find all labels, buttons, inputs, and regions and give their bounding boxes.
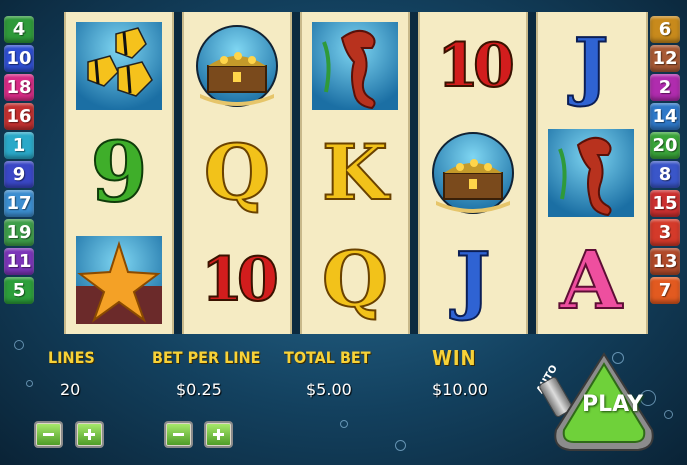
nine-card-label: 9 — [89, 124, 148, 221]
treasure-chest-icon — [432, 131, 514, 214]
payline-number[interactable]: 14 — [650, 103, 680, 130]
payline-number[interactable]: 9 — [4, 161, 34, 188]
queen-card-label: Q — [203, 127, 271, 217]
slot-reels: 9 Q 10 K Q 10 J J A — [64, 12, 648, 334]
starfish-symbol — [66, 226, 172, 333]
lines-decrease-button[interactable] — [36, 423, 61, 446]
play-button[interactable]: PLAY — [582, 392, 643, 417]
ten-symbol: 10 — [420, 12, 526, 119]
payline-number[interactable]: 7 — [650, 277, 680, 304]
bet-per-line-label: BET PER LINE — [152, 348, 261, 367]
left-payline-numbers: 4 10 18 16 1 9 17 19 11 5 — [4, 16, 34, 304]
win-value: $10.00 — [432, 380, 488, 399]
reel-4: 10 J — [418, 12, 528, 334]
payline-number[interactable]: 3 — [650, 219, 680, 246]
payline-number[interactable]: 18 — [4, 74, 34, 101]
bet-decrease-button[interactable] — [166, 423, 191, 446]
reel-3: K Q — [300, 12, 410, 334]
ace-card-label: A — [559, 232, 623, 327]
queen-card-label: Q — [321, 234, 389, 324]
ten-card-label: 10 — [200, 244, 279, 315]
starfish-icon — [76, 235, 162, 324]
jack-card-label: J — [454, 236, 491, 323]
reel-5: J A — [536, 12, 648, 334]
treasure-chest-symbol — [184, 12, 290, 119]
payline-number[interactable]: 17 — [4, 190, 34, 217]
fish-symbol — [66, 12, 172, 119]
jack-symbol: J — [420, 226, 526, 333]
payline-number[interactable]: 1 — [4, 132, 34, 159]
payline-number[interactable]: 4 — [4, 16, 34, 43]
nine-symbol: 9 — [66, 119, 172, 226]
seahorse-symbol — [302, 12, 408, 119]
bet-per-line-value: $0.25 — [176, 380, 222, 399]
payline-number[interactable]: 10 — [4, 45, 34, 72]
payline-number[interactable]: 5 — [4, 277, 34, 304]
fish-icon — [76, 21, 162, 110]
plus-icon-vertical — [88, 429, 91, 440]
seahorse-icon — [548, 128, 634, 217]
ten-card-label: 10 — [436, 30, 515, 101]
minus-icon — [43, 433, 54, 436]
king-card-label: K — [321, 127, 389, 217]
reel-1: 9 — [64, 12, 174, 334]
queen-symbol: Q — [302, 226, 408, 333]
payline-number[interactable]: 19 — [4, 219, 34, 246]
treasure-chest-symbol — [420, 119, 526, 226]
lines-label: LINES — [48, 348, 95, 367]
payline-number[interactable]: 12 — [650, 45, 680, 72]
payline-number[interactable]: 11 — [4, 248, 34, 275]
ace-symbol: A — [538, 226, 644, 333]
queen-symbol: Q — [184, 119, 290, 226]
total-bet-label: TOTAL BET — [284, 348, 371, 367]
payline-number[interactable]: 20 — [650, 132, 680, 159]
win-label: WIN — [432, 346, 477, 370]
bet-increase-button[interactable] — [206, 423, 231, 446]
lines-value: 20 — [60, 380, 81, 399]
payline-number[interactable]: 16 — [4, 103, 34, 130]
payline-number[interactable]: 6 — [650, 16, 680, 43]
king-symbol: K — [302, 119, 408, 226]
jack-symbol: J — [538, 12, 644, 119]
seahorse-icon — [312, 21, 398, 110]
lines-increase-button[interactable] — [77, 423, 102, 446]
minus-icon — [173, 433, 184, 436]
total-bet-value: $5.00 — [306, 380, 352, 399]
plus-icon-vertical — [217, 429, 220, 440]
ten-symbol: 10 — [184, 226, 290, 333]
right-payline-numbers: 6 12 2 14 20 8 15 3 13 7 — [650, 16, 680, 304]
jack-card-label: J — [572, 22, 609, 109]
payline-number[interactable]: 15 — [650, 190, 680, 217]
payline-number[interactable]: 2 — [650, 74, 680, 101]
reel-2: Q 10 — [182, 12, 292, 334]
treasure-chest-icon — [196, 24, 278, 107]
payline-number[interactable]: 13 — [650, 248, 680, 275]
seahorse-symbol — [538, 119, 644, 226]
payline-number[interactable]: 8 — [650, 161, 680, 188]
